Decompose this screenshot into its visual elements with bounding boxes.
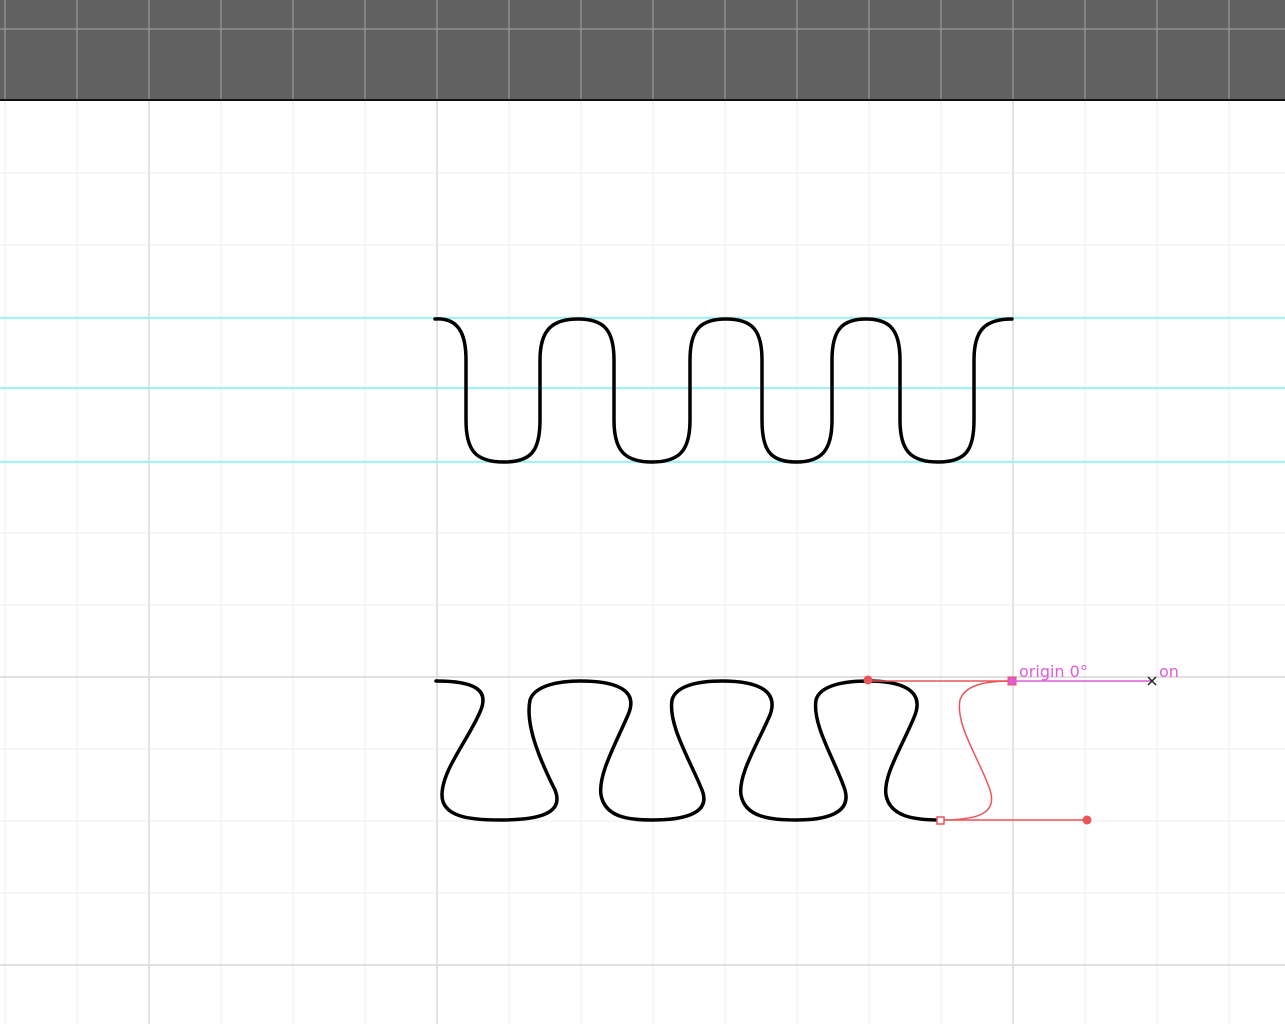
anchor-point-bottom[interactable] xyxy=(936,816,945,825)
drawing-canvas[interactable]: origin 0° on xyxy=(0,101,1285,1024)
selected-curve[interactable] xyxy=(939,680,1013,821)
canvas-drawing[interactable]: origin 0° on xyxy=(0,101,1285,1024)
control-handle-bottom[interactable] xyxy=(1082,815,1092,825)
guide-lines xyxy=(0,317,1285,463)
origin-label: origin 0° xyxy=(1019,662,1088,681)
ruler-grid xyxy=(0,0,1285,99)
square-wave-path[interactable] xyxy=(433,317,1014,464)
end-label: on xyxy=(1159,662,1179,681)
s-wave-path[interactable] xyxy=(434,679,942,822)
top-ruler-bar xyxy=(0,0,1285,101)
origin-annotation: origin 0° on xyxy=(1012,662,1179,686)
control-handle-top[interactable] xyxy=(863,675,873,685)
canvas-grid xyxy=(0,101,1285,1024)
